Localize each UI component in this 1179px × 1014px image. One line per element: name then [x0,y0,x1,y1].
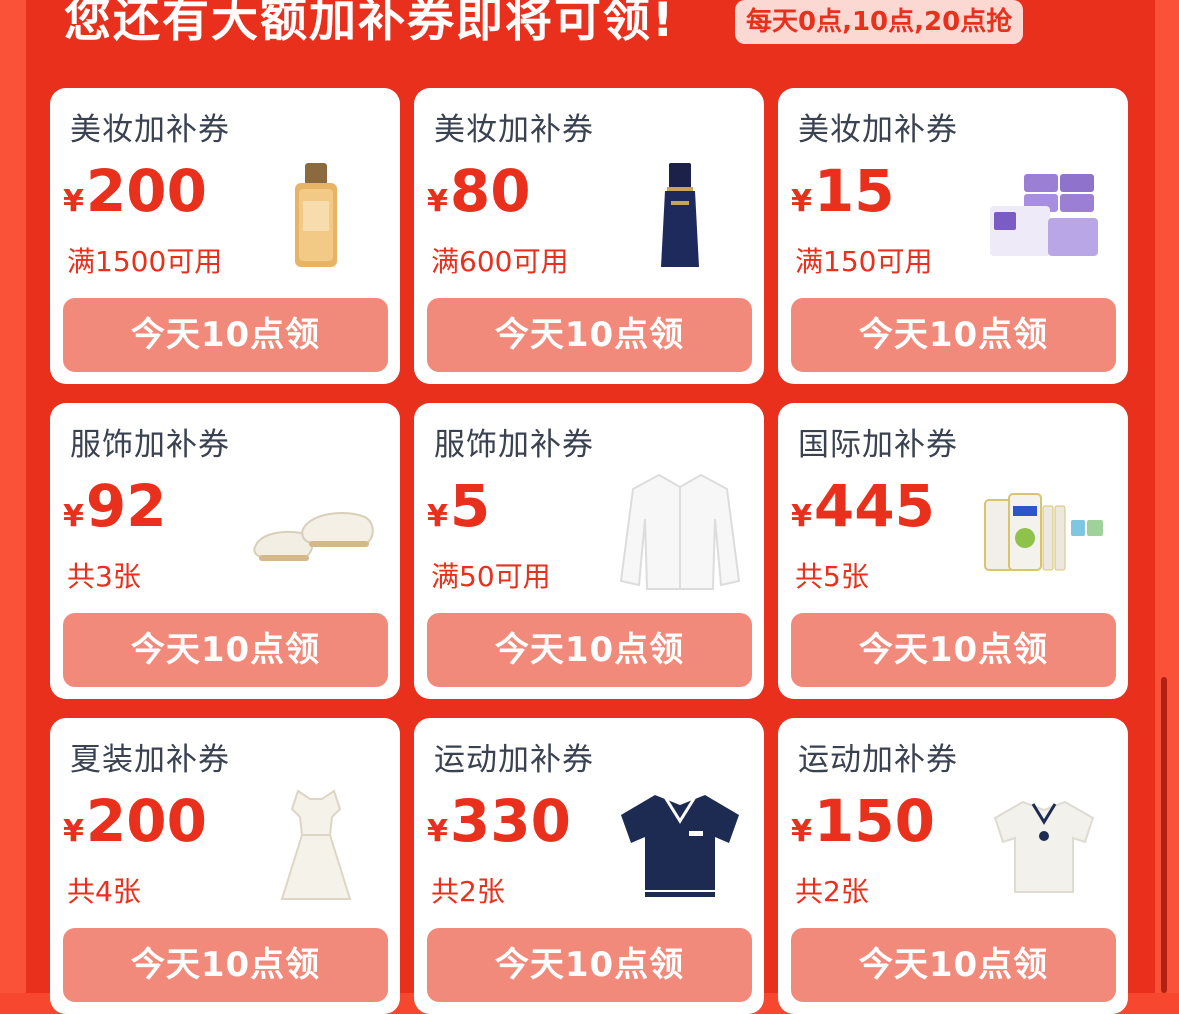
coupon-card[interactable]: 服饰加补券 ¥92 共3张 今天10点领 [50,403,400,699]
coupon-category: 美妆加补券 [70,112,230,148]
serum-bottle-icon [246,154,386,278]
coupon-condition: 共4张 [67,875,141,908]
coupon-amount: ¥15 [791,156,895,241]
coupon-category: 服饰加补券 [70,427,230,463]
claim-button[interactable]: 今天10点领 [63,928,388,1002]
currency-symbol: ¥ [63,184,84,219]
coupon-condition: 共3张 [67,560,141,593]
currency-symbol: ¥ [791,184,812,219]
claim-button[interactable]: 今天10点领 [427,298,752,372]
coupon-category: 夏装加补券 [70,742,230,778]
coupon-condition: 共2张 [431,875,505,908]
coupon-amount: ¥200 [63,156,207,241]
coupon-condition: 共5张 [795,560,869,593]
tissue-packs-icon [974,154,1114,278]
coupon-condition: 满50可用 [431,560,551,593]
currency-symbol: ¥ [427,184,448,219]
formula-cans-icon [974,469,1114,593]
white-polo-icon [974,784,1114,908]
claim-button[interactable]: 今天10点领 [791,298,1116,372]
claim-button[interactable]: 今天10点领 [63,613,388,687]
left-edge-strip [0,0,26,993]
schedule-badge: 每天0点,10点,20点抢 [735,0,1024,44]
scrollbar[interactable] [1161,677,1167,993]
right-edge-strip [1155,0,1179,993]
coupon-amount-value: 200 [85,787,207,855]
coupon-amount-value: 150 [813,787,935,855]
coupon-amount-value: 92 [85,472,167,540]
cosmetic-tube-icon [610,154,750,278]
navy-polo-icon [610,784,750,908]
claim-button[interactable]: 今天10点领 [791,928,1116,1002]
claim-button[interactable]: 今天10点领 [791,613,1116,687]
coupon-card[interactable]: 运动加补券 ¥330 共2张 今天10点领 [414,718,764,1014]
coupon-amount-value: 330 [449,787,571,855]
coupon-amount: ¥200 [63,786,207,871]
coupon-category: 美妆加补券 [798,112,958,148]
white-shoes-icon [246,469,386,593]
coupon-card[interactable]: 美妆加补券 ¥15 满150可用 今天10点领 [778,88,1128,384]
coupon-amount: ¥330 [427,786,571,871]
coupon-card[interactable]: 美妆加补券 ¥80 满600可用 今天10点领 [414,88,764,384]
claim-button[interactable]: 今天10点领 [427,613,752,687]
currency-symbol: ¥ [427,499,448,534]
coupon-category: 运动加补券 [434,742,594,778]
coupon-category: 美妆加补券 [434,112,594,148]
coupon-amount-value: 80 [449,157,531,225]
coupon-amount: ¥150 [791,786,935,871]
coupon-amount: ¥5 [427,471,490,556]
coupon-condition: 共2张 [795,875,869,908]
white-cardigan-icon [610,469,750,593]
coupon-card[interactable]: 服饰加补券 ¥5 满50可用 今天10点领 [414,403,764,699]
coupon-amount: ¥445 [791,471,935,556]
coupon-category: 服饰加补券 [434,427,594,463]
coupon-card[interactable]: 夏装加补券 ¥200 共4张 今天10点领 [50,718,400,1014]
coupon-category: 运动加补券 [798,742,958,778]
coupon-card[interactable]: 国际加补券 ¥445 共5张 今天10点领 [778,403,1128,699]
coupon-condition: 满1500可用 [67,245,223,278]
coupon-card[interactable]: 运动加补券 ¥150 共2张 今天10点领 [778,718,1128,1014]
currency-symbol: ¥ [791,814,812,849]
currency-symbol: ¥ [427,814,448,849]
coupon-card[interactable]: 美妆加补券 ¥200 满1500可用 今天10点领 [50,88,400,384]
coupon-amount-value: 5 [449,472,491,540]
coupon-condition: 满150可用 [795,245,933,278]
currency-symbol: ¥ [63,814,84,849]
currency-symbol: ¥ [63,499,84,534]
coupon-amount-value: 200 [85,157,207,225]
claim-button[interactable]: 今天10点领 [427,928,752,1002]
coupon-amount-value: 15 [813,157,895,225]
coupon-amount: ¥80 [427,156,531,241]
page-title: 您还有大额加补券即将可领! [64,0,676,48]
coupon-amount: ¥92 [63,471,167,556]
white-dress-icon [246,784,386,908]
coupon-amount-value: 445 [813,472,935,540]
coupon-condition: 满600可用 [431,245,569,278]
claim-button[interactable]: 今天10点领 [63,298,388,372]
coupon-category: 国际加补券 [798,427,958,463]
currency-symbol: ¥ [791,499,812,534]
